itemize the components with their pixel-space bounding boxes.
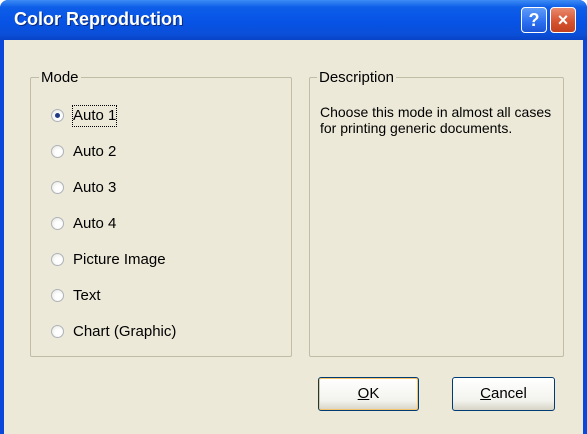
- description-text: Choose this mode in almost all cases for…: [320, 104, 552, 136]
- dialog-title: Color Reproduction: [14, 9, 183, 29]
- ok-mnemonic: O: [357, 385, 370, 402]
- mode-legend: Mode: [39, 69, 81, 86]
- help-button[interactable]: ?: [521, 7, 547, 33]
- radio-label: Auto 4: [73, 215, 117, 232]
- close-button[interactable]: ×: [550, 7, 576, 33]
- cancel-label-rest: ancel: [490, 385, 527, 402]
- radio-button[interactable]: [51, 181, 64, 194]
- radio-label: Auto 3: [73, 179, 117, 196]
- radio-label: Text: [73, 287, 101, 304]
- title-bar[interactable]: Color Reproduction ? ×: [0, 0, 587, 40]
- description-legend: Description: [317, 69, 397, 86]
- radio-label: Auto 1: [71, 105, 118, 127]
- cancel-button[interactable]: Cancel: [452, 377, 555, 411]
- radio-label: Auto 2: [73, 143, 117, 160]
- dialog-body: Mode Auto 1 Auto 2 Auto 3 Auto 4 Picture…: [4, 40, 583, 434]
- description-group: Description Choose this mode in almost a…: [309, 69, 564, 357]
- mode-group: Mode Auto 1 Auto 2 Auto 3 Auto 4 Picture…: [30, 69, 292, 357]
- radio-button[interactable]: [51, 325, 64, 338]
- radio-button[interactable]: [51, 253, 64, 266]
- radio-button[interactable]: [51, 289, 64, 302]
- color-reproduction-dialog: Color Reproduction ? × Mode Auto 1 Auto …: [0, 0, 587, 434]
- cancel-mnemonic: C: [480, 385, 491, 402]
- radio-label: Chart (Graphic): [73, 323, 177, 340]
- ok-label-rest: K: [369, 385, 380, 402]
- radio-label: Picture Image: [73, 251, 166, 268]
- radio-button-selected[interactable]: [51, 109, 64, 122]
- radio-button[interactable]: [51, 217, 64, 230]
- ok-button[interactable]: OK: [318, 377, 419, 411]
- radio-button[interactable]: [51, 145, 64, 158]
